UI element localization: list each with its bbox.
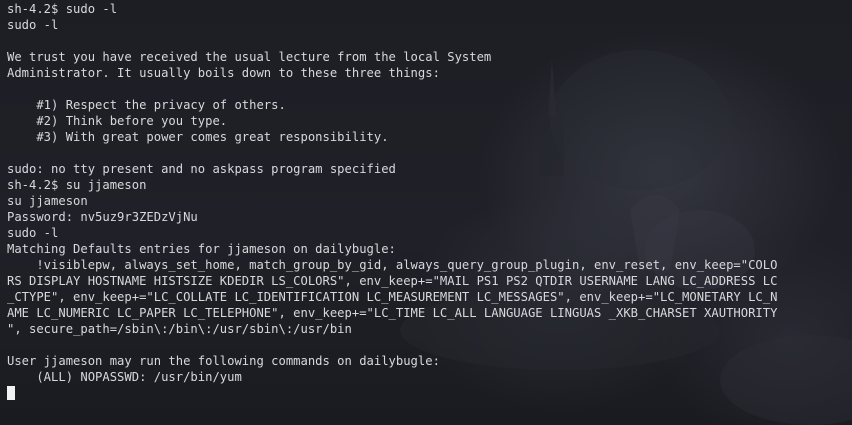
terminal-line: #1) Respect the privacy of others. (7, 98, 286, 112)
terminal-line: AME LC_NUMERIC LC_PAPER LC_TELEPHONE", e… (7, 306, 778, 320)
terminal-line: (ALL) NOPASSWD: /usr/bin/yum (7, 370, 242, 384)
terminal-line: Password: nv5uz9r3ZEDzVjNu (7, 210, 198, 224)
terminal-line: sudo: no tty present and no askpass prog… (7, 162, 396, 176)
terminal-line: sudo -l (7, 226, 59, 240)
terminal-cursor[interactable] (7, 386, 15, 400)
terminal-line: User jjameson may run the following comm… (7, 354, 440, 368)
terminal-line: #2) Think before you type. (7, 114, 228, 128)
terminal-line: su jjameson (7, 194, 88, 208)
terminal-line: sh-4.2$ sudo -l (7, 2, 118, 16)
terminal-line: !visiblepw, always_set_home, match_group… (7, 258, 778, 272)
terminal-line: ", secure_path=/sbin\:/bin\:/usr/sbin\:/… (7, 322, 352, 336)
terminal-line: Administrator. It usually boils down to … (7, 66, 440, 80)
terminal-line: RS DISPLAY HOSTNAME HISTSIZE KDEDIR LS_C… (7, 274, 778, 288)
terminal-line: #3) With great power comes great respons… (7, 130, 389, 144)
terminal-line: _CTYPE", env_keep+="LC_COLLATE LC_IDENTI… (7, 290, 778, 304)
terminal-window[interactable]: sh-4.2$ sudo -l sudo -l We trust you have … (0, 0, 852, 425)
terminal-line: sh-4.2$ su jjameson (7, 178, 147, 192)
terminal-line: sudo -l (7, 18, 59, 32)
terminal-line: We trust you have received the usual lec… (7, 50, 492, 64)
terminal-line: Matching Defaults entries for jjameson o… (7, 242, 396, 256)
terminal-output: sh-4.2$ sudo -l sudo -l We trust you have … (7, 1, 777, 385)
